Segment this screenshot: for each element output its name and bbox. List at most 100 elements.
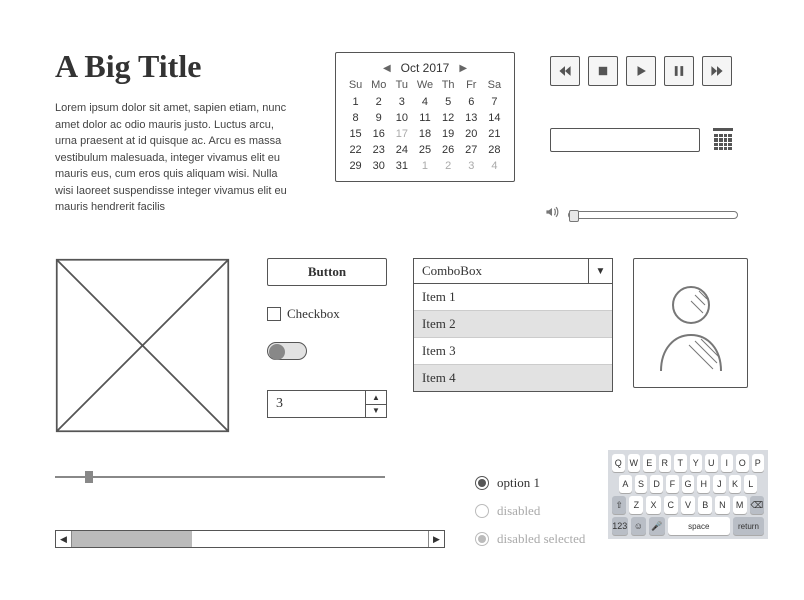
backspace-key[interactable]: ⌫ [750,496,764,514]
onscreen-keyboard[interactable]: QWERTYUIOP ASDFGHJKL ⇧ZXCVBNM⌫ 123☺🎤spac… [608,450,768,539]
key[interactable]: S [635,475,648,493]
scrollbar[interactable]: ◀ ▶ [55,530,445,548]
key[interactable]: D [650,475,663,493]
key[interactable]: J [713,475,726,493]
calendar-day[interactable]: 5 [437,95,460,109]
key[interactable]: V [681,496,695,514]
chevron-down-icon[interactable]: ▼ [588,259,612,283]
calendar-day[interactable]: 8 [344,111,367,125]
calendar-day[interactable]: 2 [367,95,390,109]
calendar-day[interactable]: 1 [344,95,367,109]
calendar-day[interactable]: 27 [460,143,483,157]
calendar-day[interactable]: 9 [367,111,390,125]
combobox-item[interactable]: Item 3 [414,337,612,364]
calendar-day[interactable]: 16 [367,127,390,141]
calendar-day[interactable]: 30 [367,159,390,173]
key[interactable]: Z [629,496,643,514]
spinner-value[interactable]: 3 [267,390,365,418]
calendar-day[interactable]: 26 [437,143,460,157]
combobox-label[interactable]: ComboBox [414,259,588,283]
calendar-day[interactable]: 11 [413,111,436,125]
key[interactable]: N [715,496,729,514]
pause-button[interactable] [664,56,694,86]
key[interactable]: X [646,496,660,514]
calendar-day[interactable]: 4 [483,159,506,173]
key[interactable]: P [752,454,765,472]
key[interactable]: O [736,454,749,472]
combobox-item[interactable]: Item 4 [414,364,612,391]
scrollbar-handle[interactable] [72,531,192,547]
scrollbar-left-icon[interactable]: ◀ [56,531,72,547]
spinner-up-icon[interactable]: ▲ [366,391,386,405]
calendar-day[interactable]: 20 [460,127,483,141]
volume-thumb[interactable] [569,210,579,222]
calendar[interactable]: ◀ Oct 2017 ▶ SuMoTuWeThFrSa1234567891011… [335,52,515,182]
calendar-day[interactable]: 3 [390,95,413,109]
key[interactable]: H [697,475,710,493]
calendar-day[interactable]: 21 [483,127,506,141]
checkbox[interactable]: Checkbox [267,306,340,322]
combobox-item[interactable]: Item 2 [414,310,612,337]
calendar-day[interactable]: 4 [413,95,436,109]
key[interactable]: I [721,454,734,472]
calendar-day[interactable]: 14 [483,111,506,125]
calendar-day[interactable]: 25 [413,143,436,157]
calendar-day[interactable]: 23 [367,143,390,157]
spinner-down-icon[interactable]: ▼ [366,405,386,418]
forward-button[interactable] [702,56,732,86]
play-button[interactable] [626,56,656,86]
calendar-day[interactable]: 19 [437,127,460,141]
return-key[interactable]: return [733,517,764,535]
calendar-day[interactable]: 15 [344,127,367,141]
calendar-day[interactable]: 1 [413,159,436,173]
calendar-day[interactable]: 6 [460,95,483,109]
calendar-day[interactable]: 22 [344,143,367,157]
radio-option-1[interactable]: option 1 [475,475,585,491]
slider[interactable] [55,476,385,478]
shift-key[interactable]: ⇧ [612,496,626,514]
stop-button[interactable] [588,56,618,86]
checkbox-box[interactable] [267,307,281,321]
rewind-button[interactable] [550,56,580,86]
key[interactable]: B [698,496,712,514]
calendar-day[interactable]: 2 [437,159,460,173]
number-key[interactable]: 123 [612,517,628,535]
calendar-day[interactable]: 3 [460,159,483,173]
calendar-next-icon[interactable]: ▶ [459,63,467,74]
calendar-day[interactable]: 10 [390,111,413,125]
calendar-icon[interactable] [712,128,734,150]
emoji-key[interactable]: ☺ [631,517,647,535]
button[interactable]: Button [267,258,387,286]
calendar-day[interactable]: 24 [390,143,413,157]
date-input[interactable] [550,128,700,152]
key[interactable]: U [705,454,718,472]
combobox-item[interactable]: Item 1 [414,284,612,310]
toggle-switch[interactable] [267,342,307,360]
volume-slider[interactable] [544,204,738,225]
key[interactable]: W [628,454,641,472]
calendar-day[interactable]: 18 [413,127,436,141]
key[interactable]: G [682,475,695,493]
key[interactable]: E [643,454,656,472]
key[interactable]: F [666,475,679,493]
toggle-knob[interactable] [269,344,285,360]
scrollbar-track[interactable] [72,531,428,547]
calendar-day[interactable]: 29 [344,159,367,173]
calendar-day[interactable]: 7 [483,95,506,109]
key[interactable]: Q [612,454,625,472]
space-key[interactable]: space [668,517,730,535]
radio-icon[interactable] [475,476,489,490]
calendar-day[interactable]: 12 [437,111,460,125]
key[interactable]: A [619,475,632,493]
mic-key[interactable]: 🎤 [649,517,665,535]
key[interactable]: C [664,496,678,514]
key[interactable]: Y [690,454,703,472]
key[interactable]: L [744,475,757,493]
volume-track[interactable] [568,211,738,219]
key[interactable]: K [729,475,742,493]
scrollbar-right-icon[interactable]: ▶ [428,531,444,547]
number-spinner[interactable]: 3 ▲ ▼ [267,390,387,418]
calendar-day[interactable]: 17 [390,127,413,141]
calendar-day[interactable]: 31 [390,159,413,173]
key[interactable]: R [659,454,672,472]
